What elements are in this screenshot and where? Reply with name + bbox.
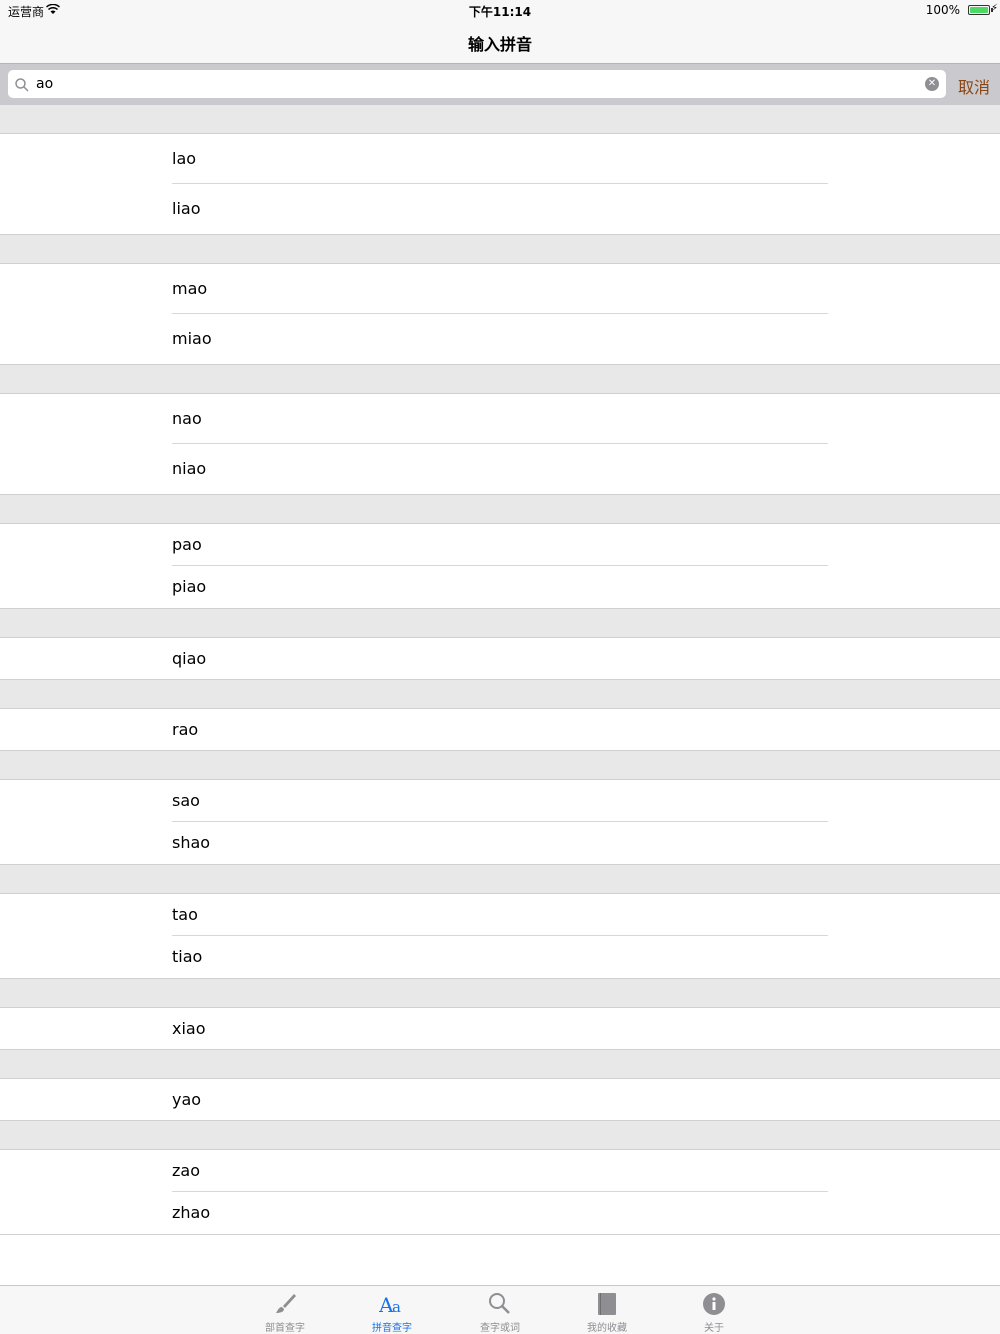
section-header — [0, 495, 1000, 524]
battery-icon — [968, 5, 990, 15]
section-divider — [0, 1234, 1000, 1235]
list-item[interactable]: xiao — [0, 1008, 1000, 1049]
list-item-label: shao — [172, 833, 211, 852]
section-header — [0, 1050, 1000, 1079]
navigation-bar: 输入拼音 — [0, 20, 1000, 63]
tab-label: 部首查字 — [265, 1323, 305, 1334]
list-item-label: tiao — [172, 947, 203, 966]
list-item-label: pao — [172, 535, 202, 554]
brush-icon — [245, 1291, 325, 1317]
section-header — [0, 609, 1000, 638]
list-item[interactable]: miao — [0, 314, 1000, 364]
list-item[interactable]: tao — [0, 894, 1000, 936]
list-item[interactable]: liao — [0, 184, 1000, 234]
list-item[interactable]: shao — [0, 822, 1000, 864]
status-bar: 运营商 下午11:14 100% ⚡ — [0, 0, 1000, 20]
section-header — [0, 865, 1000, 894]
list-item[interactable]: mao — [0, 264, 1000, 314]
magnifier-icon — [15, 77, 29, 96]
charging-icon: ⚡ — [990, 3, 998, 14]
tab-label: 我的收藏 — [587, 1323, 627, 1334]
tab-bar: 部首查字 Aa 拼音查字 查字或词 我的收藏 关于 — [0, 1285, 1000, 1334]
list-item-label: tao — [172, 905, 198, 924]
cancel-button[interactable]: 取消 — [958, 74, 990, 98]
section-header — [0, 365, 1000, 394]
list-item[interactable]: lao — [0, 134, 1000, 184]
list-item-label: niao — [172, 459, 207, 478]
list-item[interactable]: piao — [0, 566, 1000, 608]
list-item-label: zao — [172, 1161, 200, 1180]
list-item[interactable]: qiao — [0, 638, 1000, 679]
aa-icon: Aa — [352, 1291, 432, 1317]
list-item[interactable]: sao — [0, 780, 1000, 822]
tab-label: 查字或词 — [480, 1323, 520, 1334]
list-item[interactable]: niao — [0, 444, 1000, 494]
list-item-label: liao — [172, 199, 201, 218]
list-item[interactable]: yao — [0, 1079, 1000, 1120]
list-item-label: mao — [172, 279, 208, 298]
list-item-label: xiao — [172, 1019, 206, 1038]
book-icon — [567, 1291, 647, 1317]
tab-book[interactable]: 我的收藏 — [567, 1286, 647, 1334]
list-item-label: lao — [172, 149, 197, 168]
status-time: 下午11:14 — [468, 5, 532, 19]
tab-info[interactable]: 关于 — [674, 1286, 754, 1334]
tab-search[interactable]: 查字或词 — [460, 1286, 540, 1334]
list-item-label: qiao — [172, 649, 207, 668]
page-title: 输入拼音 — [467, 35, 532, 54]
pinyin-list: lao liao mao miao nao niao pao piao qiao rao sao sh… — [0, 105, 1000, 1235]
section-header — [0, 235, 1000, 264]
list-item[interactable]: nao — [0, 394, 1000, 444]
battery-percent: 100% — [925, 3, 960, 17]
search-icon — [460, 1291, 540, 1317]
list-item[interactable]: tiao — [0, 936, 1000, 978]
list-item-label: sao — [172, 791, 200, 810]
search-bar: ✕ 取消 — [0, 63, 1000, 105]
list-item-label: miao — [172, 329, 212, 348]
svg-text:a: a — [392, 1298, 401, 1316]
list-item[interactable]: pao — [0, 524, 1000, 566]
clear-search-icon[interactable]: ✕ — [925, 77, 939, 91]
list-item-label: rao — [172, 720, 199, 739]
list-item[interactable]: rao — [0, 709, 1000, 750]
tab-aa[interactable]: Aa 拼音查字 — [352, 1286, 432, 1334]
search-input[interactable] — [36, 74, 916, 94]
tab-label: 关于 — [704, 1323, 724, 1334]
section-header — [0, 751, 1000, 780]
tab-brush[interactable]: 部首查字 — [245, 1286, 325, 1334]
section-header — [0, 680, 1000, 709]
tab-label: 拼音查字 — [372, 1323, 412, 1334]
section-header — [0, 105, 1000, 134]
search-field[interactable]: ✕ — [8, 70, 946, 98]
info-icon — [674, 1291, 754, 1317]
section-header — [0, 979, 1000, 1008]
list-item-label: yao — [172, 1090, 202, 1109]
list-item-label: nao — [172, 409, 202, 428]
section-header — [0, 1121, 1000, 1150]
list-item[interactable]: zao — [0, 1150, 1000, 1192]
list-item[interactable]: zhao — [0, 1192, 1000, 1234]
list-item-label: piao — [172, 577, 207, 596]
list-item-label: zhao — [172, 1203, 211, 1222]
